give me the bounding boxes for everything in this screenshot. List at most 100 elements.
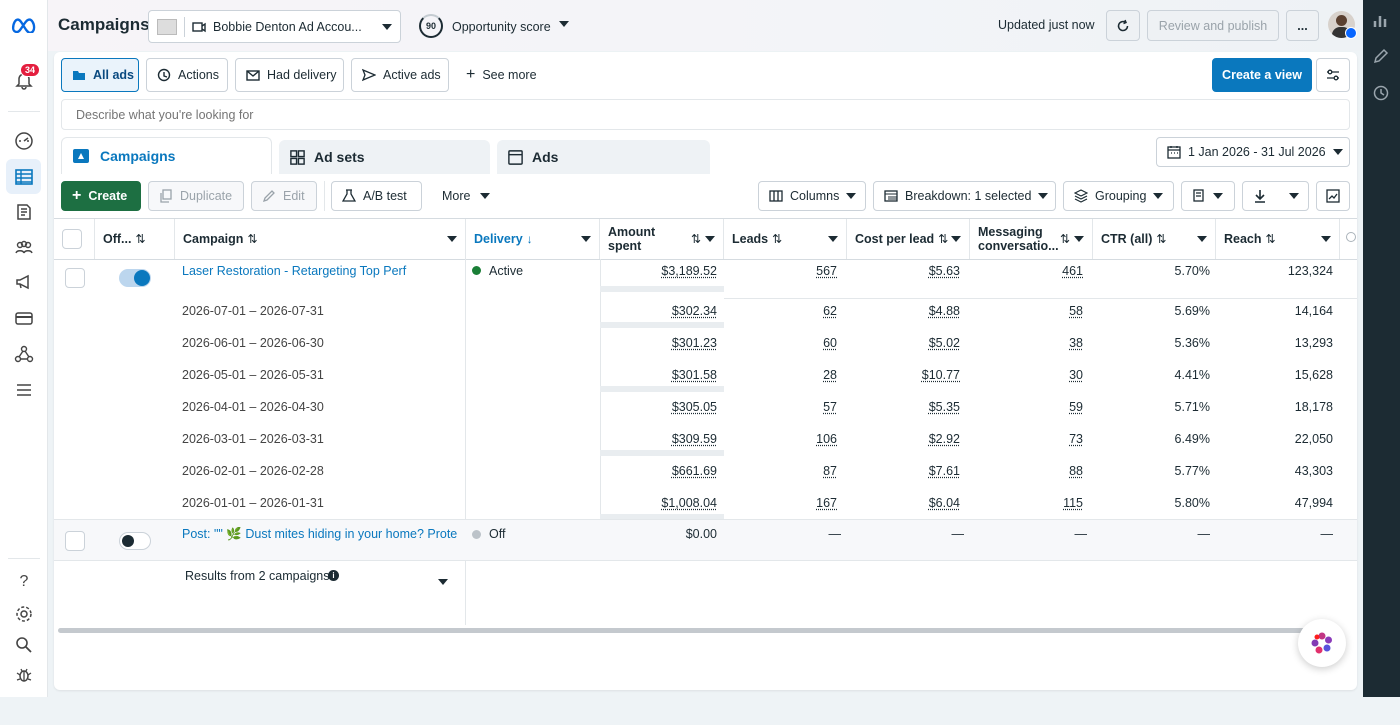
chart-bars-icon[interactable] (1372, 12, 1390, 30)
breakdown-amount[interactable]: $309.59 (600, 432, 717, 446)
column-header-messaging[interactable]: Messaging conversatio... ⇅ (970, 219, 1093, 259)
breakdown-cpl[interactable]: $4.88 (847, 304, 960, 318)
megaphone-icon[interactable] (12, 270, 36, 294)
grouping-dropdown[interactable]: Grouping (1063, 181, 1174, 211)
column-header-reach[interactable]: Reach ⇅ (1216, 219, 1340, 259)
chevron-down-icon[interactable] (438, 579, 448, 585)
breakdown-leads[interactable]: 60 (724, 336, 837, 350)
active-ads-filter[interactable]: Active ads (351, 58, 449, 92)
leads-value[interactable]: 567 (724, 264, 837, 278)
horizontal-scrollbar[interactable] (58, 628, 1308, 633)
ai-assistant-button[interactable] (1298, 619, 1346, 667)
breakdown-leads[interactable]: 87 (724, 464, 837, 478)
sort-descending-icon[interactable]: ↓ (527, 232, 533, 246)
sort-icon[interactable]: ⇅ (1266, 232, 1276, 246)
amount-spent-value[interactable]: $3,189.52 (600, 264, 717, 278)
breakdown-amount[interactable]: $301.23 (600, 336, 717, 350)
breakdown-messaging[interactable]: 38 (970, 336, 1083, 350)
breakdown-messaging[interactable]: 88 (970, 464, 1083, 478)
refresh-button[interactable] (1106, 10, 1140, 41)
row-checkbox[interactable] (65, 268, 85, 288)
breakdown-leads[interactable]: 106 (724, 432, 837, 446)
tab-ads[interactable]: Ads (497, 140, 710, 174)
chevron-down-icon[interactable] (828, 236, 838, 242)
column-header-onoff[interactable]: Off... ⇅ (95, 219, 175, 259)
messaging-value[interactable]: 461 (970, 264, 1083, 278)
duplicate-button[interactable]: Duplicate (148, 181, 244, 211)
breakdown-dropdown[interactable]: Breakdown: 1 selected (873, 181, 1056, 211)
ad-account-selector[interactable]: Bobbie Denton Ad Accou... (148, 10, 401, 43)
breakdown-cpl[interactable]: $10.77 (847, 368, 960, 382)
breakdown-leads[interactable]: 167 (724, 496, 837, 510)
chevron-down-icon[interactable] (705, 236, 715, 242)
column-header-leads[interactable]: Leads ⇅ (724, 219, 847, 259)
edit-button[interactable]: Edit (251, 181, 317, 211)
tab-campaigns[interactable]: Campaigns (61, 137, 272, 174)
chevron-down-icon[interactable] (447, 236, 457, 242)
search-input[interactable] (61, 99, 1350, 130)
chevron-down-icon[interactable] (1074, 236, 1084, 242)
date-range-picker[interactable]: 1 Jan 2026 - 31 Jul 2026 (1156, 137, 1350, 167)
actions-filter[interactable]: Actions (146, 58, 228, 92)
sort-icon[interactable]: ⇅ (1060, 232, 1070, 246)
breakdown-leads[interactable]: 28 (724, 368, 837, 382)
breakdown-leads[interactable]: 62 (724, 304, 837, 318)
opportunity-score-gauge[interactable]: 90 (419, 14, 443, 38)
settings-gear-icon[interactable] (12, 602, 36, 626)
sort-icon[interactable]: ⇅ (135, 232, 145, 246)
chevron-down-icon[interactable] (951, 236, 961, 242)
dashboard-gauge-icon[interactable] (12, 129, 36, 153)
had-delivery-filter[interactable]: Had delivery (235, 58, 344, 92)
help-icon[interactable]: ? (12, 570, 36, 594)
column-header-ctr[interactable]: CTR (all) ⇅ (1093, 219, 1216, 259)
info-icon[interactable]: i (328, 570, 339, 581)
filter-settings-button[interactable] (1316, 58, 1350, 92)
all-tools-menu-icon[interactable] (12, 378, 36, 402)
breakdown-cpl[interactable]: $7.61 (847, 464, 960, 478)
columns-dropdown[interactable]: Columns (758, 181, 866, 211)
meta-logo-icon[interactable] (10, 13, 38, 37)
breakdown-messaging[interactable]: 59 (970, 400, 1083, 414)
tab-ad-sets[interactable]: Ad sets (279, 140, 490, 174)
review-publish-button[interactable]: Review and publish (1147, 10, 1279, 41)
charts-button[interactable] (1316, 181, 1350, 211)
history-clock-icon[interactable] (1372, 84, 1390, 102)
breakdown-cpl[interactable]: $2.92 (847, 432, 960, 446)
campaign-name-link[interactable]: Post: "" 🌿 Dust mites hiding in your hom… (182, 527, 458, 542)
sort-icon[interactable]: ⇅ (772, 232, 782, 246)
cost-per-lead-value[interactable]: $5.63 (847, 264, 960, 278)
business-network-icon[interactable] (12, 342, 36, 366)
breakdown-amount[interactable]: $661.69 (600, 464, 717, 478)
chevron-down-icon[interactable] (1197, 236, 1207, 242)
breakdown-messaging[interactable]: 115 (970, 496, 1083, 510)
breakdown-cpl[interactable]: $6.04 (847, 496, 960, 510)
pencil-icon[interactable] (1372, 47, 1390, 65)
reports-dropdown[interactable] (1181, 181, 1235, 211)
chevron-down-icon[interactable] (559, 21, 569, 27)
campaign-toggle-off[interactable] (119, 532, 151, 550)
create-view-button[interactable]: Create a view (1212, 58, 1312, 92)
column-header-cost-per-lead[interactable]: Cost per lead ⇅ (847, 219, 970, 259)
catalog-icon[interactable] (12, 200, 36, 224)
create-button[interactable]: + Create (61, 181, 141, 211)
export-button[interactable] (1242, 181, 1309, 211)
campaigns-table-icon[interactable] (12, 165, 36, 189)
audiences-icon[interactable] (12, 235, 36, 259)
sort-icon[interactable]: ⇅ (938, 232, 948, 246)
ab-test-button[interactable]: A/B test (331, 181, 422, 211)
column-header-campaign[interactable]: Campaign ⇅ (175, 219, 466, 259)
campaign-name-link[interactable]: Laser Restoration - Retargeting Top Perf (182, 264, 406, 278)
sort-icon[interactable]: ⇅ (247, 232, 257, 246)
billing-card-icon[interactable] (12, 306, 36, 330)
campaign-toggle-on[interactable] (119, 269, 151, 287)
breakdown-cpl[interactable]: $5.35 (847, 400, 960, 414)
column-header-amount-spent[interactable]: Amount spent ⇅ (600, 219, 724, 259)
more-actions-dropdown[interactable]: More (442, 189, 491, 203)
more-options-button[interactable]: ... (1286, 10, 1319, 41)
all-ads-filter[interactable]: All ads (61, 58, 139, 92)
breakdown-amount[interactable]: $302.34 (600, 304, 717, 318)
sort-icon[interactable]: ⇅ (1156, 232, 1166, 246)
breakdown-leads[interactable]: 57 (724, 400, 837, 414)
sort-icon[interactable]: ⇅ (691, 232, 701, 246)
bug-report-icon[interactable] (12, 663, 36, 687)
